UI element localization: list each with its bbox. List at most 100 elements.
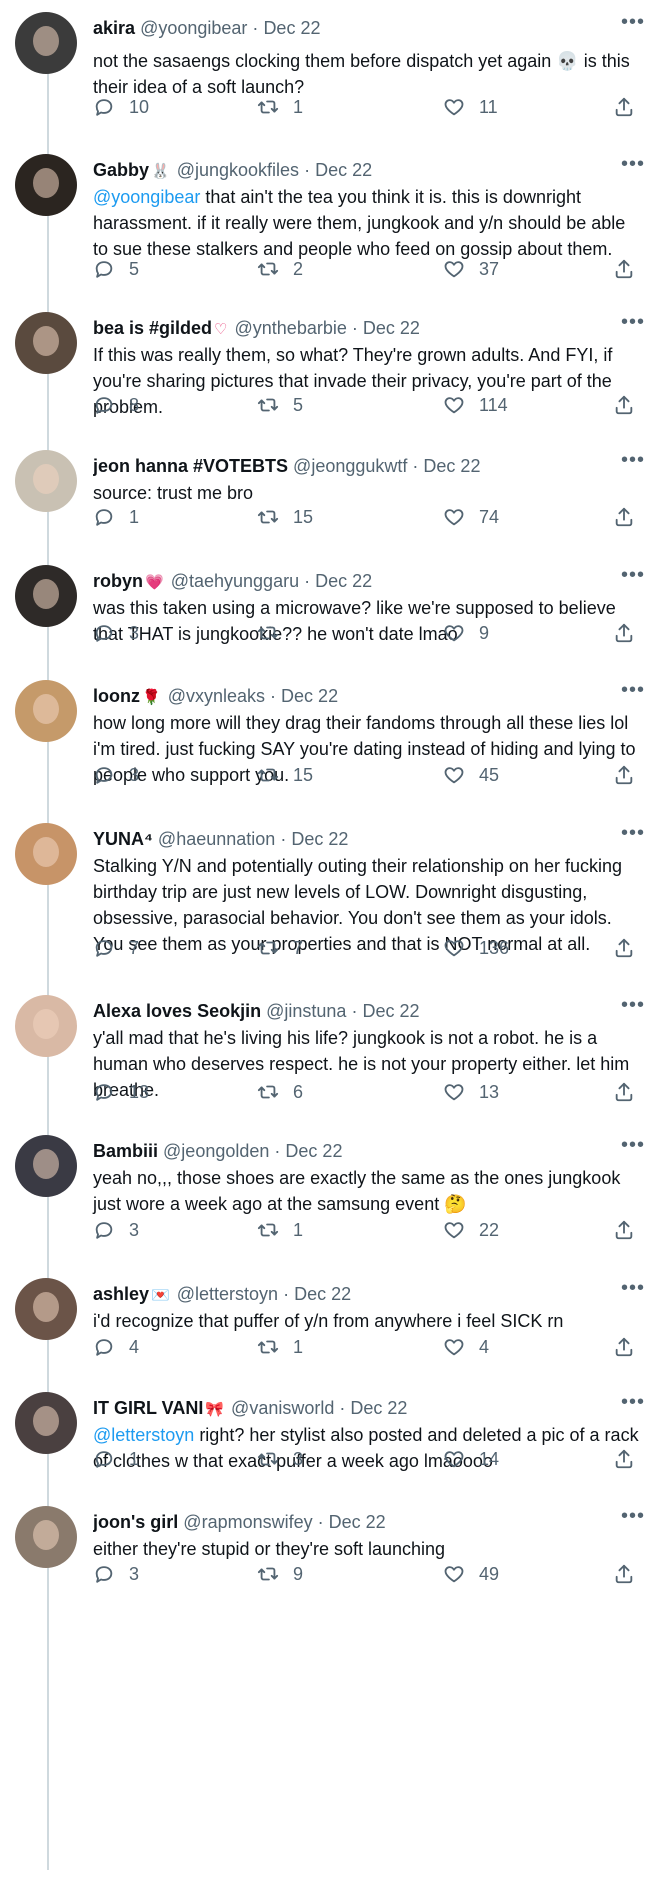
avatar[interactable]	[15, 1506, 77, 1568]
avatar[interactable]	[15, 1135, 77, 1197]
like-button[interactable]: 22	[443, 1219, 499, 1241]
avatar[interactable]	[15, 312, 77, 374]
reply-button[interactable]: 8	[93, 394, 139, 416]
retweet-button[interactable]: 3	[257, 1448, 303, 1470]
tweet[interactable]: akira @yoongibear · Dec 22 ••• not the s…	[0, 0, 663, 140]
tweet-date[interactable]: Dec 22	[315, 571, 372, 591]
more-options-icon[interactable]: •••	[621, 1392, 645, 1412]
display-name[interactable]: Gabby	[93, 160, 149, 180]
like-button[interactable]: 136	[443, 937, 509, 959]
avatar[interactable]	[15, 823, 77, 885]
reply-button[interactable]: 1	[93, 1448, 139, 1470]
reply-button[interactable]: 10	[93, 96, 149, 118]
like-button[interactable]: 74	[443, 506, 499, 528]
tweet-date[interactable]: Dec 22	[263, 18, 320, 38]
avatar[interactable]	[15, 450, 77, 512]
share-button[interactable]	[613, 394, 635, 416]
display-name[interactable]: robyn	[93, 571, 143, 591]
user-handle[interactable]: @haeunnation	[158, 829, 275, 849]
tweet[interactable]: Gabby 🐰 @jungkookfiles · Dec 22 ••• @yoon…	[0, 142, 663, 282]
more-options-icon[interactable]: •••	[621, 1278, 645, 1298]
tweet-date[interactable]: Dec 22	[315, 160, 372, 180]
display-name[interactable]: IT GIRL VANI	[93, 1398, 203, 1418]
avatar[interactable]	[15, 995, 77, 1057]
tweet-date[interactable]: Dec 22	[423, 456, 480, 476]
tweet-date[interactable]: Dec 22	[350, 1398, 407, 1418]
retweet-button[interactable]: 7	[257, 937, 303, 959]
more-options-icon[interactable]: •••	[621, 12, 645, 32]
more-options-icon[interactable]: •••	[621, 312, 645, 332]
more-options-icon[interactable]: •••	[621, 680, 645, 700]
retweet-button[interactable]: 1	[257, 96, 303, 118]
more-options-icon[interactable]: •••	[621, 823, 645, 843]
display-name[interactable]: bea is #gilded	[93, 318, 212, 338]
retweet-button[interactable]: 6	[257, 1081, 303, 1103]
reply-button[interactable]: 3	[93, 1219, 139, 1241]
share-button[interactable]	[613, 1219, 635, 1241]
like-button[interactable]: 11	[443, 96, 498, 118]
display-name[interactable]: jeon hanna #VOTEBTS	[93, 456, 288, 476]
user-handle[interactable]: @jungkookfiles	[177, 160, 299, 180]
user-handle[interactable]: @ynthebarbie	[235, 318, 347, 338]
like-button[interactable]: 4	[443, 1336, 489, 1358]
display-name[interactable]: joon's girl	[93, 1512, 178, 1532]
display-name[interactable]: akira	[93, 18, 135, 38]
tweet-date[interactable]: Dec 22	[294, 1284, 351, 1304]
tweet[interactable]: bea is #gilded ♡ @ynthebarbie · Dec 22 ••…	[0, 300, 663, 440]
avatar[interactable]	[15, 565, 77, 627]
share-button[interactable]	[613, 1336, 635, 1358]
avatar[interactable]	[15, 12, 77, 74]
share-button[interactable]	[613, 937, 635, 959]
tweet[interactable]: loonz 🌹 @vxynleaks · Dec 22 ••• how long …	[0, 668, 663, 808]
user-handle[interactable]: @jeonggukwtf	[293, 456, 407, 476]
retweet-button[interactable]: 2	[257, 258, 303, 280]
reply-button[interactable]: 5	[93, 258, 139, 280]
display-name[interactable]: Alexa loves Seokjin	[93, 1001, 261, 1021]
reply-button[interactable]: 3	[93, 764, 139, 786]
tweet-date[interactable]: Dec 22	[281, 686, 338, 706]
user-handle[interactable]: @yoongibear	[140, 18, 247, 38]
like-button[interactable]: 9	[443, 622, 489, 644]
retweet-button[interactable]: 1	[257, 1219, 303, 1241]
mention-link[interactable]: @letterstoyn	[93, 1425, 194, 1445]
display-name[interactable]: YUNA⁴	[93, 829, 153, 849]
user-handle[interactable]: @letterstoyn	[177, 1284, 278, 1304]
tweet-date[interactable]: Dec 22	[362, 1001, 419, 1021]
reply-button[interactable]: 1	[93, 506, 139, 528]
more-options-icon[interactable]: •••	[621, 565, 645, 585]
avatar[interactable]	[15, 1392, 77, 1454]
tweet[interactable]: YUNA⁴ @haeunnation · Dec 22 ••• Stalking…	[0, 811, 663, 958]
tweet-date[interactable]: Dec 22	[329, 1512, 386, 1532]
reply-button[interactable]: 4	[93, 1336, 139, 1358]
display-name[interactable]: loonz	[93, 686, 140, 706]
retweet-button[interactable]: 9	[257, 1563, 303, 1585]
tweet-date[interactable]: Dec 22	[291, 829, 348, 849]
reply-button[interactable]: 3	[93, 622, 139, 644]
tweet[interactable]: joon's girl @rapmonswifey · Dec 22 ••• e…	[0, 1494, 663, 1634]
user-handle[interactable]: @jinstuna	[266, 1001, 346, 1021]
display-name[interactable]: Bambiii	[93, 1141, 158, 1161]
share-button[interactable]	[613, 764, 635, 786]
share-button[interactable]	[613, 506, 635, 528]
avatar[interactable]	[15, 154, 77, 216]
retweet-button[interactable]: 5	[257, 394, 303, 416]
tweet-date[interactable]: Dec 22	[285, 1141, 342, 1161]
user-handle[interactable]: @taehyunggaru	[171, 571, 299, 591]
like-button[interactable]: 114	[443, 394, 508, 416]
avatar[interactable]	[15, 680, 77, 742]
user-handle[interactable]: @vxynleaks	[168, 686, 265, 706]
retweet-button[interactable]: 15	[257, 764, 313, 786]
more-options-icon[interactable]: •••	[621, 450, 645, 470]
retweet-button[interactable]	[257, 622, 293, 644]
share-button[interactable]	[613, 1563, 635, 1585]
user-handle[interactable]: @jeongolden	[163, 1141, 269, 1161]
like-button[interactable]: 13	[443, 1081, 499, 1103]
reply-button[interactable]: 13	[93, 1081, 149, 1103]
retweet-button[interactable]: 15	[257, 506, 313, 528]
user-handle[interactable]: @vanisworld	[231, 1398, 334, 1418]
more-options-icon[interactable]: •••	[621, 1506, 645, 1526]
share-button[interactable]	[613, 1448, 635, 1470]
tweet[interactable]: Bambiii @jeongolden · Dec 22 ••• yeah no…	[0, 1123, 663, 1263]
tweet[interactable]: Alexa loves Seokjin @jinstuna · Dec 22 •…	[0, 983, 663, 1123]
user-handle[interactable]: @rapmonswifey	[183, 1512, 312, 1532]
